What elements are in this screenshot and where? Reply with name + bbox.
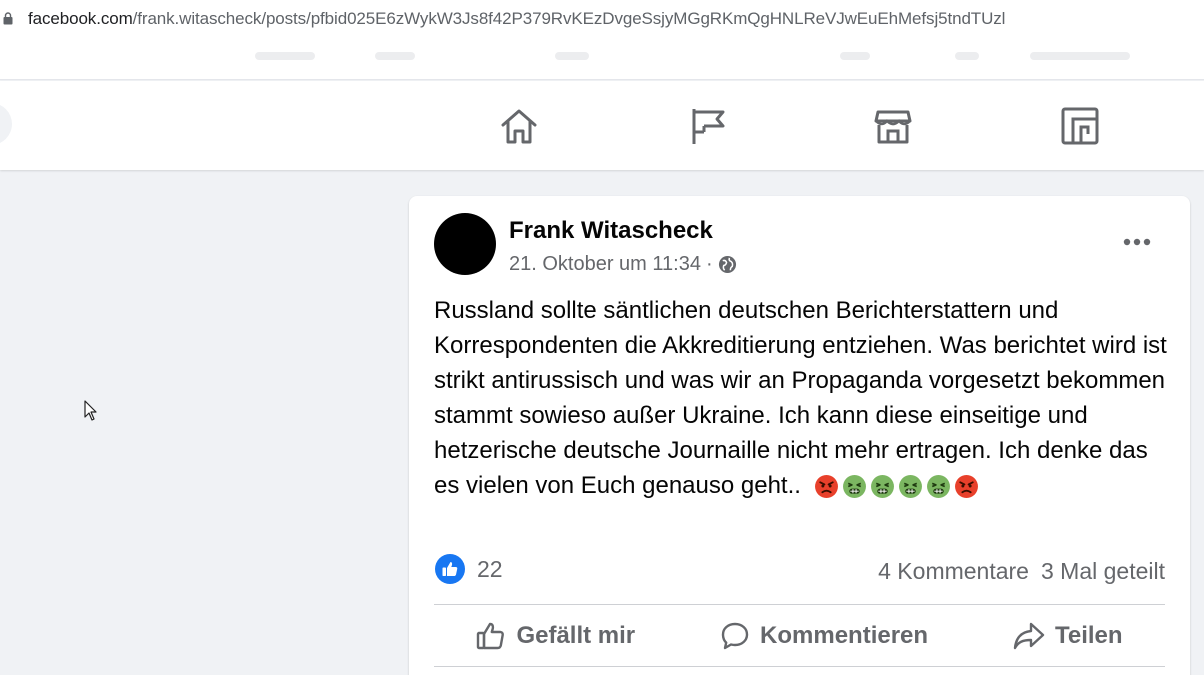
nav-gaming[interactable] xyxy=(1058,104,1102,148)
thumbs-up-icon xyxy=(442,562,458,576)
angry-face-emoji xyxy=(954,475,978,499)
bookmarks-bar xyxy=(0,36,1204,80)
likes-count: 22 xyxy=(477,555,503,582)
actions-divider-bottom xyxy=(434,666,1165,667)
nav-home[interactable] xyxy=(497,104,541,148)
bookmark-placeholder xyxy=(255,52,315,60)
post-author-name[interactable]: Frank Witascheck xyxy=(509,217,713,245)
actions-divider-top xyxy=(434,604,1165,605)
url-text[interactable]: facebook.com/frank.witascheck/posts/pfbi… xyxy=(28,9,1005,29)
reactions-summary[interactable]: 22 xyxy=(435,554,503,584)
nauseated-face-emoji xyxy=(926,475,950,499)
comments-count[interactable]: 4 Kommentare xyxy=(878,558,1029,585)
angry-face-emoji xyxy=(814,475,838,499)
post-body: Russland sollte säntlichen deutschen Ber… xyxy=(434,293,1174,503)
post-card: Frank Witascheck 21. Oktober um 11:34 · … xyxy=(409,196,1190,675)
nauseated-face-emoji xyxy=(842,475,866,499)
bookmark-placeholder xyxy=(555,52,589,60)
url-path: /frank.witascheck/posts/pfbid025E6zWykW3… xyxy=(132,9,1006,28)
post-timestamp[interactable]: 21. Oktober um 11:34 xyxy=(509,253,701,276)
comment-button[interactable]: Kommentieren xyxy=(708,615,940,657)
browser-address-bar[interactable]: facebook.com/frank.witascheck/posts/pfbi… xyxy=(0,0,1204,36)
bookmark-placeholder xyxy=(840,52,870,60)
comment-bubble-icon xyxy=(721,622,749,650)
post-emojis xyxy=(814,474,979,499)
nauseated-face-emoji xyxy=(898,475,922,499)
post-actions-bar: Gefällt mir Kommentieren Teilen xyxy=(434,606,1165,666)
like-button-label: Gefällt mir xyxy=(516,622,636,649)
mouse-cursor-icon xyxy=(84,400,97,421)
bookmark-placeholder xyxy=(955,52,979,60)
marketplace-icon xyxy=(874,110,912,144)
facebook-top-nav xyxy=(0,81,1204,170)
globe-icon xyxy=(718,255,736,274)
post-options-button[interactable] xyxy=(1112,224,1162,260)
post-meta: 21. Oktober um 11:34 · xyxy=(509,253,737,276)
bookmark-placeholder xyxy=(375,52,415,60)
pages-flag-icon xyxy=(692,109,725,144)
post-text: Russland sollte säntlichen deutschen Ber… xyxy=(434,297,1167,499)
url-host: facebook.com xyxy=(28,9,133,28)
gaming-icon xyxy=(1061,107,1099,145)
thumbs-up-outline-icon xyxy=(477,622,505,650)
share-button-label: Teilen xyxy=(1054,622,1123,649)
more-options-icon xyxy=(1123,238,1151,246)
nauseated-face-emoji xyxy=(870,475,894,499)
meta-separator: · xyxy=(705,253,713,275)
bookmark-placeholder xyxy=(1030,52,1130,60)
like-button[interactable]: Gefällt mir xyxy=(464,615,647,657)
lock-icon xyxy=(3,12,13,25)
nav-pages[interactable] xyxy=(685,104,729,148)
search-button[interactable] xyxy=(0,103,12,145)
share-button[interactable]: Teilen xyxy=(1001,615,1135,657)
share-arrow-icon xyxy=(1013,622,1045,650)
comment-button-label: Kommentieren xyxy=(760,622,929,649)
author-avatar[interactable] xyxy=(434,213,496,275)
engagement-counts: 4 Kommentare 3 Mal geteilt xyxy=(878,558,1165,585)
home-icon xyxy=(501,109,537,144)
nav-marketplace[interactable] xyxy=(871,104,915,148)
shares-count[interactable]: 3 Mal geteilt xyxy=(1041,558,1165,585)
like-reaction-icon xyxy=(435,554,465,584)
